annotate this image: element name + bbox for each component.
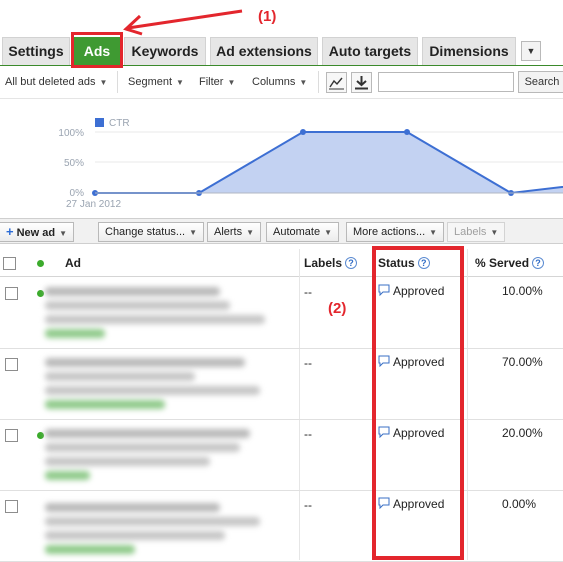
- annotation-arrow: [123, 9, 243, 36]
- ctr-chart: CTR 100% 50% 0% 27 Jan 2012: [58, 118, 563, 210]
- legend-label: CTR: [109, 118, 130, 129]
- chevron-down-icon: ▼: [490, 228, 499, 237]
- row-served: 70.00%: [502, 355, 543, 369]
- labels-button[interactable]: Labels ▼: [447, 222, 506, 242]
- chevron-down-icon: ▼: [99, 78, 108, 87]
- tab-keywords[interactable]: Keywords: [124, 37, 206, 65]
- col-served[interactable]: % Served?: [475, 256, 545, 270]
- table-row: -- Approved 70.00%: [0, 349, 563, 420]
- change-status-button[interactable]: Change status... ▼: [98, 222, 205, 242]
- ctr-point: [300, 129, 306, 135]
- row-checkbox[interactable]: [5, 358, 18, 371]
- status-dot: [37, 432, 44, 439]
- chevron-down-icon: ▼: [299, 78, 308, 87]
- y-tick-label: 100%: [58, 128, 84, 139]
- row-served: 20.00%: [502, 426, 543, 440]
- plus-icon: +: [6, 224, 14, 239]
- automate-button[interactable]: Automate ▼: [266, 222, 340, 242]
- select-all-checkbox[interactable]: [3, 257, 16, 270]
- row-labels: --: [304, 356, 312, 370]
- chevron-down-icon: ▼: [59, 229, 68, 238]
- download-icon: [355, 76, 368, 90]
- row-served: 0.00%: [502, 497, 537, 511]
- more-tabs-button[interactable]: ▼: [521, 41, 541, 61]
- chevron-down-icon: ▼: [324, 228, 333, 237]
- y-tick-label: 0%: [70, 188, 85, 199]
- segment-dropdown[interactable]: Segment ▼: [128, 76, 184, 88]
- row-labels: --: [304, 427, 312, 441]
- redacted-ad-text: [45, 358, 260, 409]
- search-input[interactable]: [378, 72, 514, 92]
- chevron-down-icon: ▼: [189, 228, 198, 237]
- actions-toolbar: + New ad ▼ Change status... ▼ Alerts ▼ Autom…: [0, 218, 563, 244]
- annotation-box-status-column: [372, 246, 464, 560]
- redacted-ad-text: [45, 503, 260, 554]
- table-row: -- Approved 10.00%: [0, 278, 563, 349]
- table-row: -- Approved 20.00%: [0, 420, 563, 491]
- redacted-ad-text: [45, 429, 250, 480]
- alerts-button[interactable]: Alerts ▼: [207, 222, 262, 242]
- columns-dropdown[interactable]: Columns ▼: [252, 76, 307, 88]
- tab-settings[interactable]: Settings: [2, 37, 70, 65]
- filter-toolbar: All but deleted ads ▼ Segment ▼ Filter ▼ Co…: [0, 67, 563, 99]
- filter-dropdown[interactable]: Filter ▼: [199, 76, 235, 88]
- new-ad-button[interactable]: + New ad ▼: [0, 222, 75, 242]
- tab-auto-targets[interactable]: Auto targets: [322, 37, 418, 65]
- line-chart-icon: [329, 77, 344, 90]
- tab-ad-extensions[interactable]: Ad extensions: [210, 37, 318, 65]
- divider: [117, 71, 118, 93]
- table-row: -- Approved 0.00%: [0, 491, 563, 562]
- chevron-down-icon: ▼: [176, 78, 184, 87]
- tab-dimensions[interactable]: Dimensions: [422, 37, 516, 65]
- x-start-label: 27 Jan 2012: [66, 199, 121, 210]
- col-labels[interactable]: Labels?: [304, 256, 358, 270]
- ad-scope-dropdown[interactable]: All but deleted ads ▼: [5, 76, 107, 88]
- col-ad[interactable]: Ad: [65, 256, 81, 270]
- annotation-label-2: (2): [328, 300, 347, 317]
- help-icon[interactable]: ?: [345, 257, 358, 269]
- row-served: 10.00%: [502, 284, 543, 298]
- chevron-down-icon: ▼: [227, 78, 236, 87]
- more-actions-button[interactable]: More actions... ▼: [346, 222, 445, 242]
- annotation-box-ads-tab: [71, 32, 123, 68]
- row-labels: --: [304, 498, 312, 512]
- table-header: Ad Labels? Status? % Served?: [0, 249, 563, 277]
- row-labels: --: [304, 285, 312, 299]
- status-dot-header: [37, 260, 44, 267]
- status-dot: [37, 290, 44, 297]
- redacted-ad-text: [45, 287, 265, 338]
- row-checkbox[interactable]: [5, 287, 18, 300]
- help-icon[interactable]: ?: [532, 257, 545, 269]
- row-checkbox[interactable]: [5, 429, 18, 442]
- row-checkbox[interactable]: [5, 500, 18, 513]
- y-tick-label: 50%: [64, 158, 84, 169]
- annotation-label-1: (1): [258, 8, 277, 25]
- legend-swatch: [95, 118, 104, 127]
- download-button[interactable]: [351, 72, 372, 93]
- chevron-down-icon: ▼: [429, 228, 438, 237]
- chevron-down-icon: ▼: [246, 228, 255, 237]
- chart-toggle-button[interactable]: [326, 72, 347, 93]
- search-button[interactable]: Search: [518, 71, 563, 93]
- divider: [318, 71, 319, 93]
- ctr-point: [404, 129, 410, 135]
